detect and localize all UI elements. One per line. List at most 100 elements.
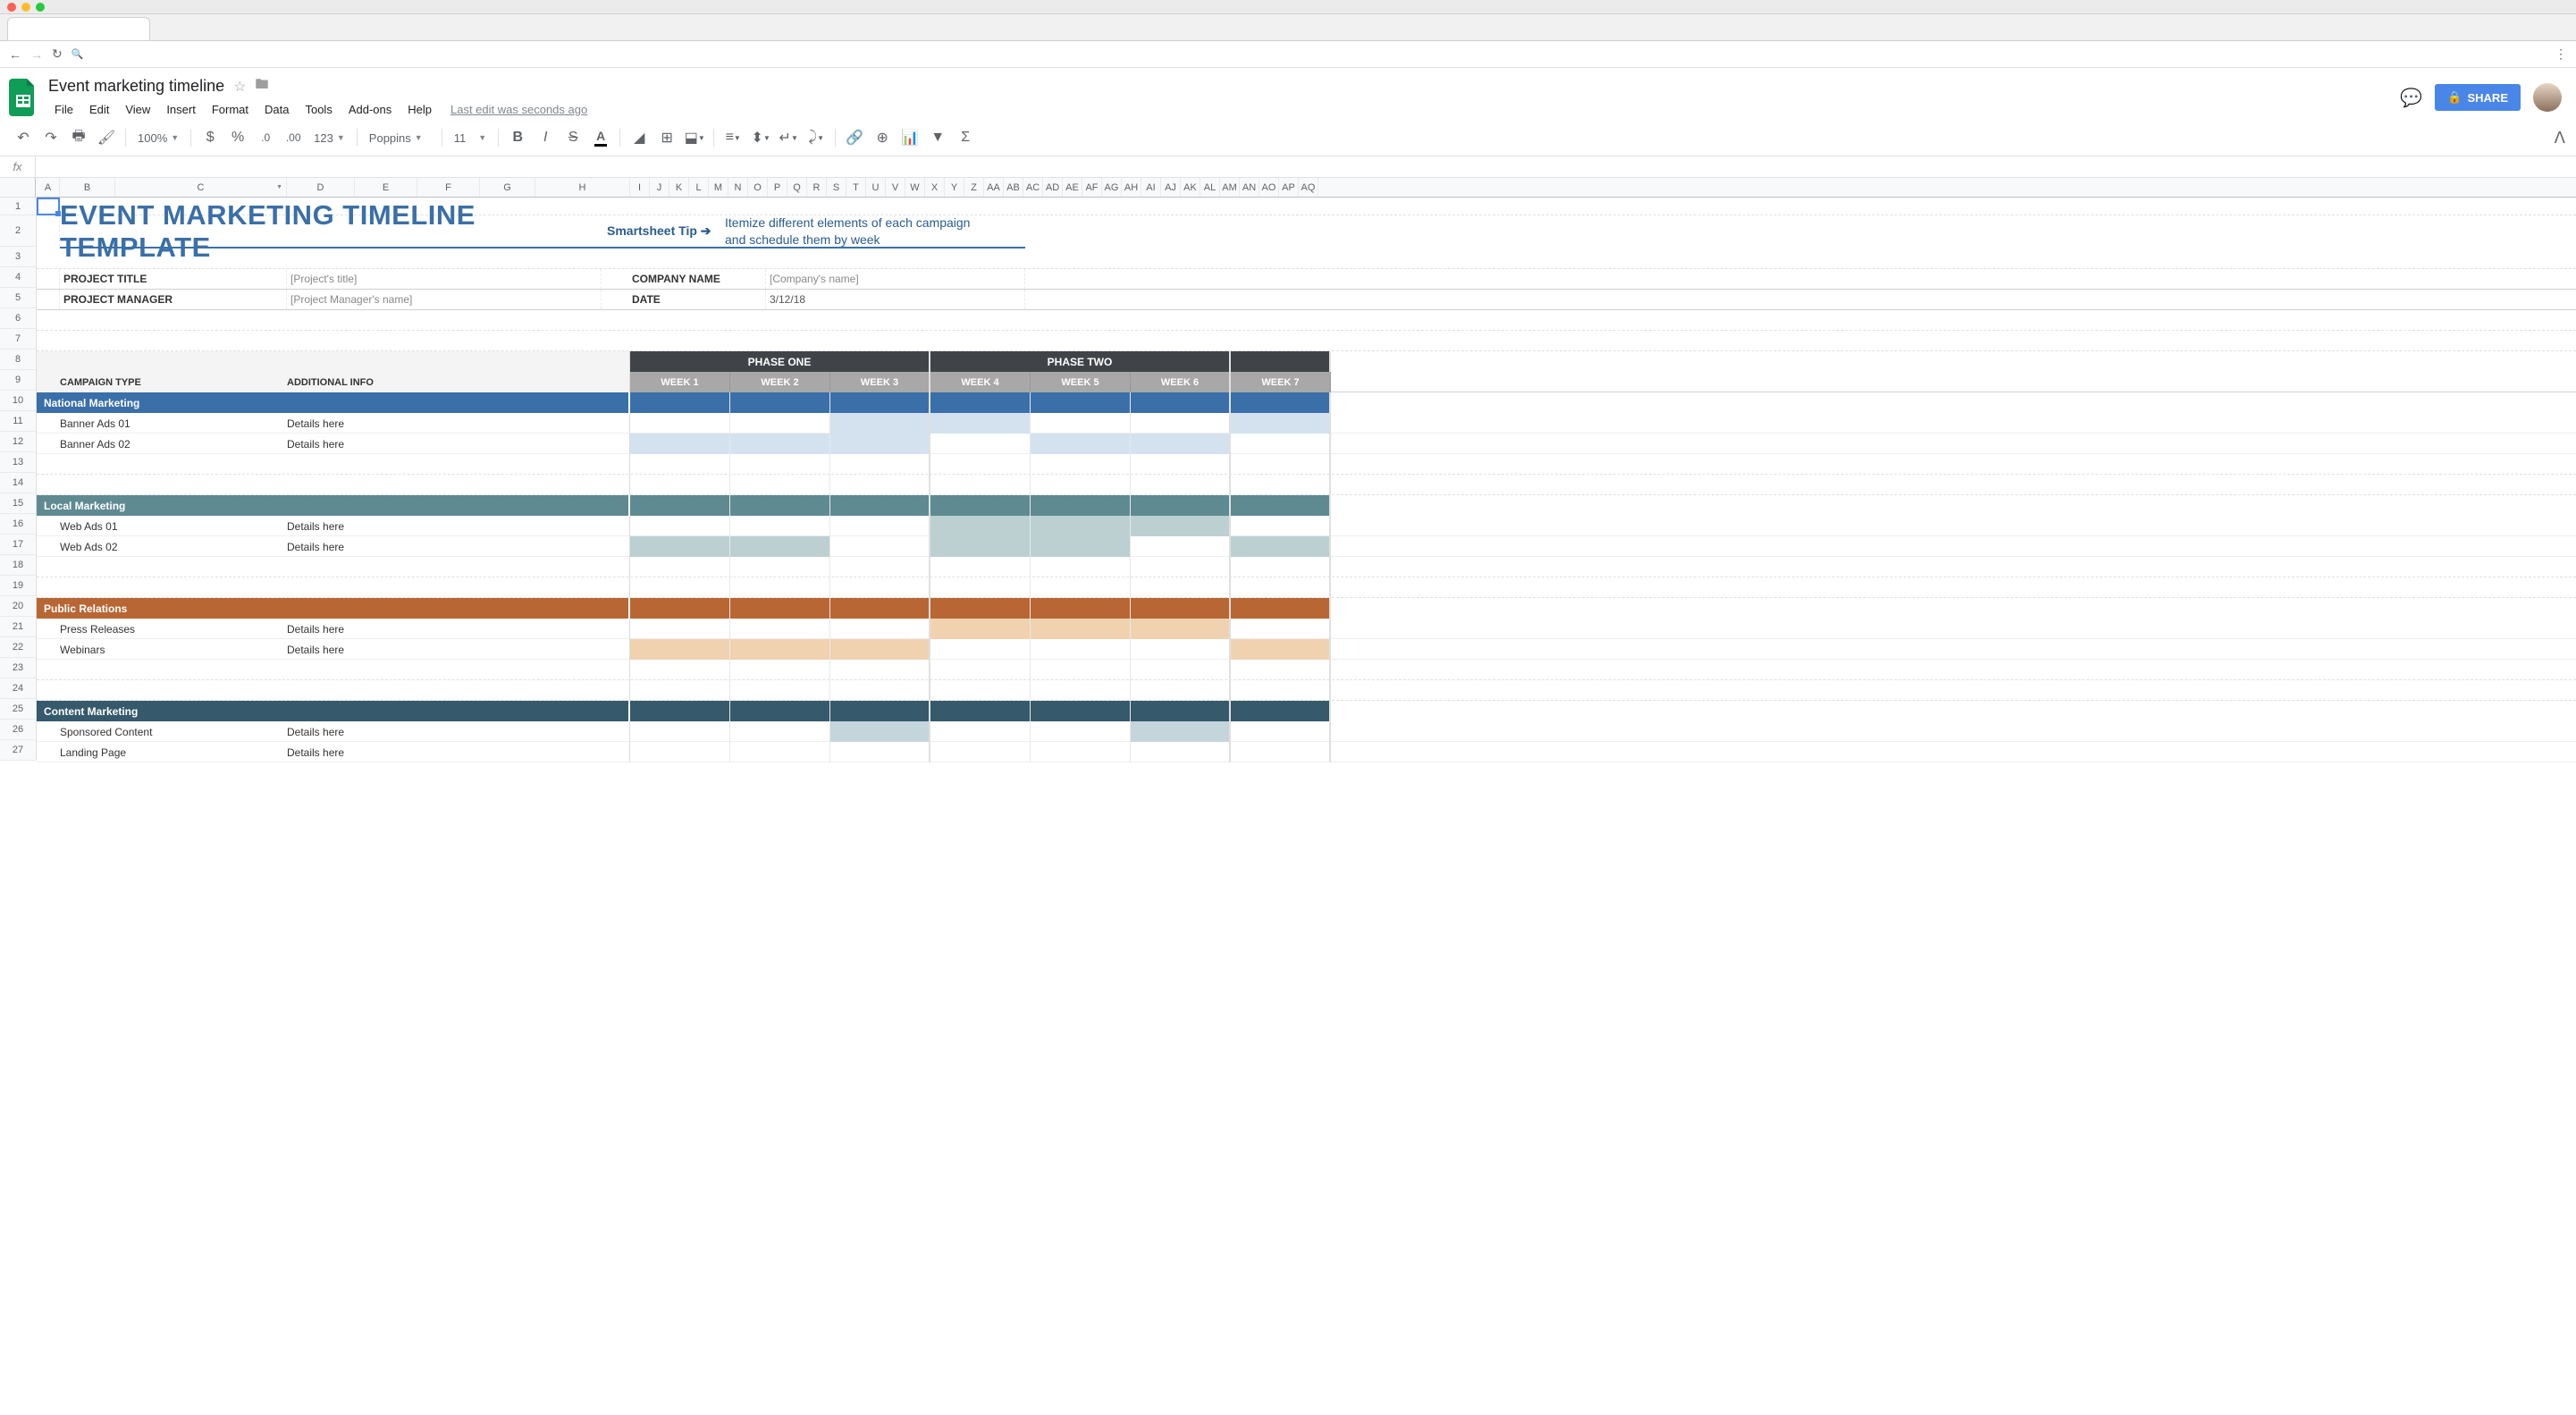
col-header-AO[interactable]: AO [1259,178,1279,197]
col-header-AL[interactable]: AL [1200,178,1220,197]
campaign-name[interactable]: Press Releases [60,623,287,636]
col-header-AB[interactable]: AB [1004,178,1023,197]
gantt-cell[interactable] [930,516,1031,536]
last-edit-link[interactable]: Last edit was seconds ago [450,103,587,116]
gantt-cell[interactable] [1231,619,1331,639]
row-header-20[interactable]: 20 [0,596,36,617]
gantt-cell[interactable] [1031,413,1131,434]
gantt-cell[interactable] [1131,721,1231,742]
window-max-icon[interactable] [36,3,45,12]
field-value[interactable]: [Company's name] [766,269,1025,289]
sheets-logo-icon[interactable] [7,76,39,119]
number-format-select[interactable]: 123▼ [308,131,350,145]
functions-icon[interactable]: Σ [953,125,978,150]
wrap-icon[interactable]: ↵▼ [776,125,801,150]
col-header-AK[interactable]: AK [1181,178,1200,197]
row-header-9[interactable]: 9 [0,370,36,391]
gantt-cell[interactable] [630,434,730,454]
row-header-2[interactable]: 2 [0,215,36,247]
gantt-cell[interactable] [730,536,830,557]
gantt-cell[interactable] [1031,742,1131,762]
gantt-cell[interactable] [1031,639,1131,660]
gantt-cell[interactable] [830,742,930,762]
gantt-cell[interactable] [630,742,730,762]
nav-back-icon[interactable]: ← [9,47,21,62]
menu-tools[interactable]: Tools [299,99,338,120]
gantt-cell[interactable] [830,516,930,536]
col-header-AF[interactable]: AF [1082,178,1102,197]
campaign-info[interactable]: Details here [287,623,344,636]
gantt-cell[interactable] [1131,536,1231,557]
col-header-V[interactable]: V [886,178,905,197]
campaign-name[interactable]: Banner Ads 01 [60,417,287,430]
merge-icon[interactable]: ⬓▼ [682,125,707,150]
gantt-cell[interactable] [1131,434,1231,454]
browser-tab[interactable] [7,17,150,40]
gantt-cell[interactable] [1131,619,1231,639]
gantt-cell[interactable] [730,639,830,660]
campaign-info[interactable]: Details here [287,644,344,656]
dec-increase-icon[interactable]: .00 [281,125,306,150]
col-header-AJ[interactable]: AJ [1161,178,1181,197]
col-header-D[interactable]: D [287,178,355,197]
avatar[interactable] [2533,83,2562,112]
menu-view[interactable]: View [119,99,156,120]
gantt-cell[interactable] [1031,434,1131,454]
link-icon[interactable]: 🔗 [842,125,867,150]
campaign-info[interactable]: Details here [287,541,344,553]
row-header-10[interactable]: 10 [0,391,36,411]
menu-insert[interactable]: Insert [160,99,202,120]
bold-icon[interactable]: B [505,125,530,150]
gantt-cell[interactable] [730,516,830,536]
row-header-16[interactable]: 16 [0,514,36,535]
gantt-cell[interactable] [1131,413,1231,434]
smartsheet-tip-link[interactable]: Smartsheet Tip ➔ [607,223,711,239]
col-header-W[interactable]: W [905,178,925,197]
col-header-E[interactable]: E [355,178,417,197]
col-header-Y[interactable]: Y [945,178,964,197]
window-min-icon[interactable] [21,3,30,12]
nav-forward-icon[interactable]: → [30,47,43,62]
gantt-cell[interactable] [730,413,830,434]
gantt-cell[interactable] [830,536,930,557]
col-header-H[interactable]: H [535,178,630,197]
fill-color-icon[interactable]: ◢ [627,125,652,150]
menu-format[interactable]: Format [206,99,255,120]
gantt-cell[interactable] [630,413,730,434]
font-size-select[interactable]: 11▼ [449,131,492,145]
col-header-AH[interactable]: AH [1122,178,1141,197]
row-header-19[interactable]: 19 [0,576,36,596]
col-header-T[interactable]: T [846,178,866,197]
row-header-17[interactable]: 17 [0,535,36,555]
field-value[interactable]: 3/12/18 [766,290,1025,309]
row-header-6[interactable]: 6 [0,308,36,329]
share-button[interactable]: 🔒 SHARE [2435,84,2521,111]
row-header-5[interactable]: 5 [0,288,36,308]
campaign-info[interactable]: Details here [287,417,344,430]
gantt-cell[interactable] [1231,434,1331,454]
folder-icon[interactable]: 🖿 [255,75,268,97]
col-header-U[interactable]: U [866,178,886,197]
menu-file[interactable]: File [48,99,80,120]
gantt-cell[interactable] [1131,639,1231,660]
italic-icon[interactable]: I [533,125,558,150]
col-header-AN[interactable]: AN [1240,178,1259,197]
col-header-Q[interactable]: Q [787,178,807,197]
comment-insert-icon[interactable]: ⊕ [870,125,895,150]
row-header-18[interactable]: 18 [0,555,36,576]
gantt-cell[interactable] [830,721,930,742]
col-header-A[interactable]: A [37,178,60,197]
row-header-4[interactable]: 4 [0,267,36,288]
gantt-cell[interactable] [830,619,930,639]
row-header-8[interactable]: 8 [0,350,36,370]
row-header-26[interactable]: 26 [0,720,36,740]
gantt-cell[interactable] [930,721,1031,742]
col-header-F[interactable]: F [417,178,480,197]
gantt-cell[interactable] [930,639,1031,660]
col-header-AA[interactable]: AA [984,178,1004,197]
col-header-I[interactable]: I [630,178,650,197]
col-header-C[interactable]: C [115,178,287,197]
gantt-cell[interactable] [930,742,1031,762]
borders-icon[interactable]: ⊞ [654,125,679,150]
col-header-J[interactable]: J [650,178,669,197]
